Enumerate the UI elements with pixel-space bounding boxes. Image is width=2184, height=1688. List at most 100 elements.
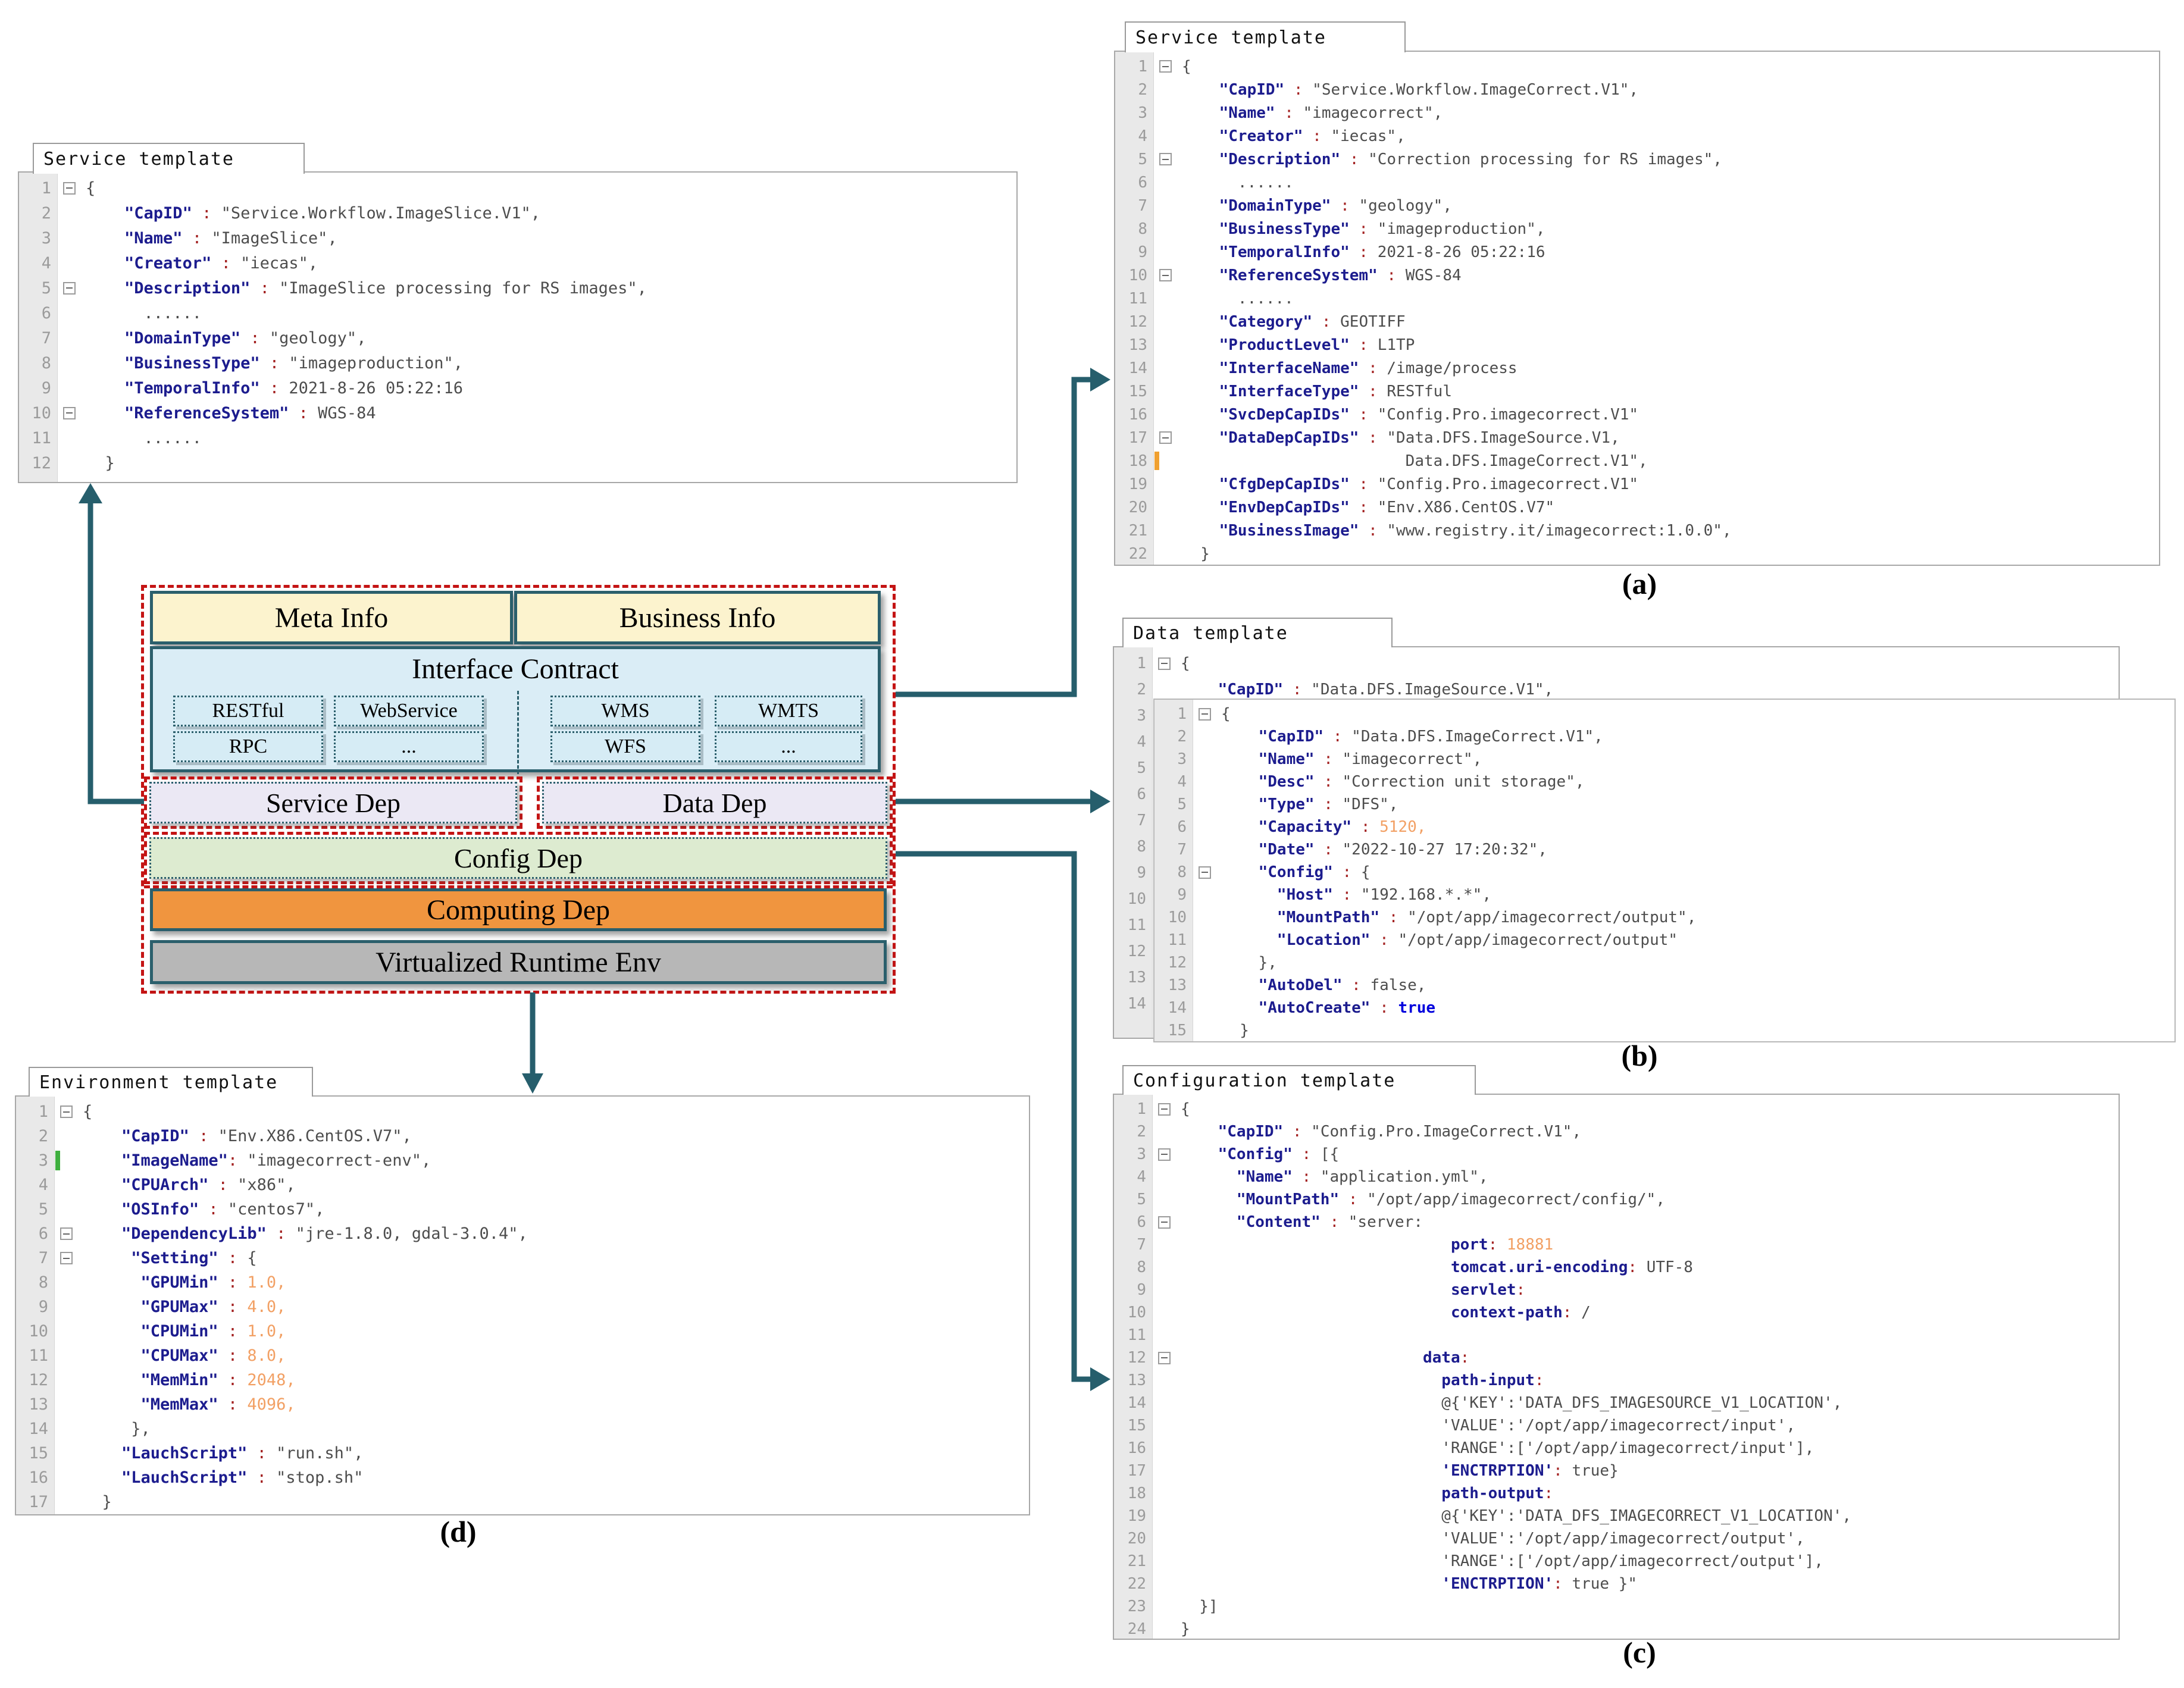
protocol-webservice-box: WebService [334, 696, 484, 726]
code-line: 9 "TemporalInfo" : 2021-8-26 05:22:16 [1138, 243, 1545, 261]
code-line: 4 "Creator" : "iecas", [41, 253, 318, 273]
code-line: 3 "Name" : "imagecorrect", [1177, 750, 1482, 768]
code-line: 3 "Config" : [{ [1137, 1145, 1340, 1163]
code-line: 22 'ENCTRPTION': true }" [1127, 1575, 1638, 1593]
code-line: 4 "Creator" : "iecas", [1138, 127, 1406, 145]
code-line: 6 "Content" : "server: [1137, 1213, 1423, 1231]
code-line: 5 "MountPath" : "/opt/app/imagecorrect/c… [1137, 1191, 1665, 1208]
code-line: 13 "AutoDel" : false, [1168, 976, 1426, 994]
code-line: 11 [1127, 1326, 1146, 1344]
code-line: 12 }, [1168, 954, 1277, 972]
fold-collapse-icon [1157, 1216, 1171, 1229]
protocol-label: RESTful [212, 700, 284, 722]
code-line: 13 path-input: [1127, 1371, 1544, 1389]
figure-label-b: (b) [1621, 1039, 1658, 1072]
business-info-label: Business Info [619, 602, 776, 634]
fold-collapse-icon [1159, 60, 1172, 73]
protocol-wmts-box: WMTS [715, 696, 862, 726]
capability-template-diagram: Meta Info Business Info Interface Contra… [141, 585, 896, 994]
code-line: 9 "Host" : "192.168.*.*", [1177, 886, 1491, 904]
protocol-ellipsis-box-2: ... [715, 731, 862, 762]
service-dep-dashed-box: Service Dep [144, 776, 522, 829]
code-line: 3 "Name" : "imagecorrect", [1138, 104, 1443, 122]
interface-contract-label: Interface Contract [412, 653, 619, 685]
code-line: 8 "GPUMin" : 1.0, [38, 1273, 286, 1292]
fold-collapse-icon [1198, 866, 1211, 879]
arrowhead-b [1090, 790, 1110, 813]
code-line: 12 } [32, 453, 115, 472]
code-line: 7 "DomainType" : "geology", [1138, 196, 1452, 215]
tab-label: Configuration template [1133, 1070, 1396, 1091]
code-line: 22 } [1128, 544, 1210, 563]
code-line: 14 }, [29, 1420, 151, 1438]
arrowhead-left [79, 483, 102, 503]
code-line: 9 "TemporalInfo" : 2021-8-26 05:22:16 [41, 378, 463, 397]
protocol-wfs-box: WFS [550, 731, 700, 762]
code-line: 11 "CPUMax" : 8.0, [29, 1346, 286, 1365]
code-area-environment-template: 1{2 "CapID" : "Env.X86.CentOS.V7", 3 "Ima… [16, 1097, 1029, 1514]
code-line: 5 "Description" : "Correction processing… [1138, 150, 1722, 168]
config-dep-box: Config Dep [149, 837, 887, 879]
code-line: 3 "Name" : "ImageSlice", [41, 228, 337, 248]
data-dep-dashed-box: Data Dep [537, 776, 893, 829]
code-line: 10 "MountPath" : "/opt/app/imagecorrect/… [1168, 909, 1697, 926]
code-line: 9 "GPUMax" : 4.0, [38, 1298, 286, 1316]
fold-collapse-icon [1157, 1351, 1171, 1364]
code-line: 11 "Location" : "/opt/app/imagecorrect/o… [1168, 931, 1678, 949]
code-line: 1{ [41, 178, 96, 198]
tab-service-template-a: Service template [1125, 21, 1406, 52]
virtualized-runtime-label: Virtualized Runtime Env [376, 946, 661, 978]
code-line: 1{ [38, 1103, 93, 1121]
code-line: 15 "LauchScript" : "run.sh", [29, 1444, 364, 1462]
code-line: 13 "ProductLevel" : L1TP [1128, 336, 1415, 354]
figure-canvas: Service template 1{2 "CapID" : "Service.… [0, 0, 2184, 1688]
config-dep-label: Config Dep [454, 843, 583, 873]
fold-collapse-icon [1159, 269, 1172, 281]
config-dep-dashed-box: Config Dep [144, 832, 893, 884]
code-line: 21 "BusinessImage" : "www.registry.it/im… [1128, 521, 1732, 540]
code-line: 12 data: [1127, 1349, 1470, 1367]
code-line: 17 'ENCTRPTION': true} [1127, 1462, 1619, 1480]
code-line: 15 "InterfaceType" : RESTful [1128, 382, 1452, 400]
code-line: 18 path-output: [1127, 1485, 1554, 1502]
arrowhead-a [1090, 368, 1110, 392]
code-line: 11 ...... [1128, 289, 1294, 308]
protocol-label: RPC [229, 735, 268, 757]
code-line: 17 } [29, 1493, 112, 1511]
protocol-wms-box: WMS [550, 696, 700, 726]
protocol-rpc-box: RPC [173, 731, 323, 762]
code-line: 14 "AutoCreate" : true [1168, 999, 1436, 1017]
code-line: 5 "Type" : "DFS", [1177, 796, 1398, 813]
code-line: 17 "DataDepCapIDs" : "Data.DFS.ImageSour… [1128, 428, 1620, 447]
computing-dep-label: Computing Dep [427, 894, 610, 926]
code-line: 6 ...... [41, 303, 202, 322]
code-line: 23 }] [1127, 1598, 1218, 1615]
code-line: 16 "LauchScript" : "stop.sh" [29, 1468, 364, 1487]
code-line: 7 port: 18881 [1137, 1236, 1554, 1254]
fold-collapse-icon [1157, 1148, 1171, 1161]
code-line: 21 'RANGE':['/opt/app/imagecorrect/outpu… [1127, 1552, 1824, 1570]
fold-collapse-icon [62, 281, 76, 295]
service-dep-box: Service Dep [149, 782, 517, 823]
code-line: 1{ [1138, 57, 1191, 76]
tab-label: Environment template [39, 1072, 279, 1093]
service-dep-label: Service Dep [265, 787, 401, 818]
protocol-label: WMTS [758, 700, 819, 722]
code-line: 19 "CfgDepCapIDs" : "Config.Pro.imagecor… [1128, 475, 1639, 493]
code-line: 7 "DomainType" : "geology", [41, 328, 367, 347]
panel-service-template-a: 1{2 "CapID" : "Service.Workflow.ImageCor… [1114, 51, 2160, 566]
panel-configuration-template: 1{2 "CapID" : "Config.Pro.ImageCorrect.V… [1113, 1094, 2120, 1640]
figure-label-d: (d) [440, 1515, 477, 1548]
code-line: 16 "SvcDepCapIDs" : "Config.Pro.imagecor… [1128, 405, 1639, 424]
code-line: 11 ...... [32, 428, 202, 447]
code-line: 15 'VALUE':'/opt/app/imagecorrect/input'… [1127, 1417, 1796, 1435]
fold-collapse-icon [1198, 707, 1211, 721]
code-line: 2 "CapID" : "Data.DFS.ImageCorrect.V1", [1177, 728, 1603, 746]
panel-service-template-left: 1{2 "CapID" : "Service.Workflow.ImageSli… [18, 171, 1018, 483]
code-line: 1{ [1137, 1100, 1190, 1118]
protocol-ellipsis-box: ... [334, 731, 484, 762]
code-line: 5 "Description" : "ImageSlice processing… [41, 278, 647, 297]
code-line: 9 servlet: [1137, 1281, 1526, 1299]
code-line: 6 ...... [1138, 173, 1294, 192]
protocol-group-divider [517, 691, 519, 774]
